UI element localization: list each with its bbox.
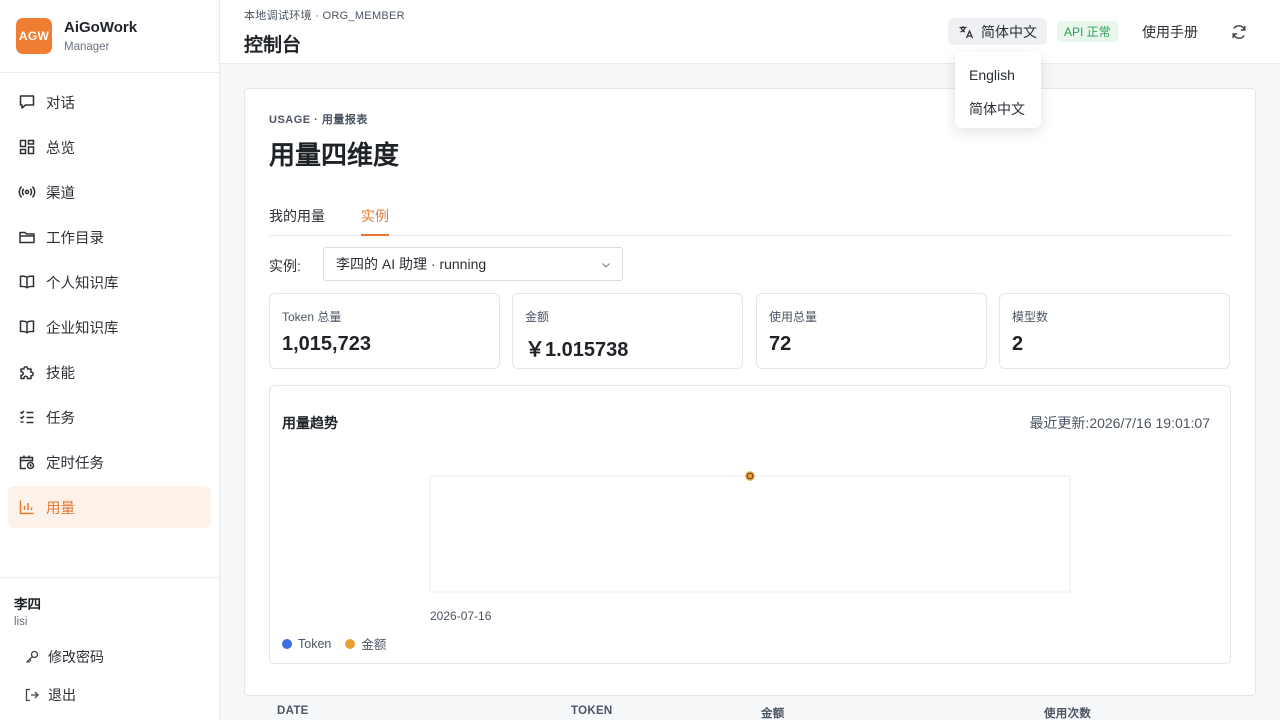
chevron-down-icon: [600, 258, 612, 274]
usage-card: USAGE · 用量报表 用量四维度 我的用量 实例 实例: 李四的 AI 助理…: [244, 88, 1256, 696]
sidebar-item-label: 技能: [46, 365, 75, 382]
sidebar-item-overview[interactable]: 总览: [8, 126, 211, 168]
stat-value: 72: [769, 333, 792, 355]
sidebar-item-skills[interactable]: 技能: [8, 351, 211, 393]
book-icon: [18, 318, 36, 336]
legend-dot: [345, 638, 356, 649]
stat-card-usage: 使用总量 72: [756, 293, 987, 369]
tab-my-usage[interactable]: 我的用量: [269, 206, 325, 234]
stat-value: 1,015,723: [282, 333, 371, 355]
logout-link[interactable]: 退出: [14, 676, 205, 714]
dashboard-icon: [18, 138, 36, 156]
tab-instance[interactable]: 实例: [361, 206, 389, 236]
sidebar-item-chat[interactable]: 对话: [8, 81, 211, 123]
sidebar-item-usage[interactable]: 用量: [8, 486, 211, 528]
puzzle-icon: [18, 363, 36, 381]
sidebar-item-label: 总览: [46, 140, 75, 157]
brand-name: AiGoWork: [64, 19, 138, 36]
topbar: 本地调试环境 · ORG_MEMBER 控制台 简体中文 API 正常 使用手册: [220, 0, 1280, 64]
change-password-link[interactable]: 修改密码: [14, 638, 205, 676]
logout-icon: [24, 687, 40, 703]
legend-item-token[interactable]: Token: [282, 637, 331, 651]
translate-icon: [958, 24, 974, 40]
th-date: DATE: [277, 705, 309, 717]
stat-label: 模型数: [1012, 310, 1049, 324]
brand: AGW AiGoWork Manager: [0, 0, 219, 73]
usage-tabs: 我的用量 实例: [269, 201, 1231, 236]
sidebar-item-label: 任务: [46, 410, 75, 427]
page-title: 控制台: [244, 35, 302, 56]
bar-chart-icon: [18, 498, 36, 516]
stat-value: ￥1.015738: [525, 339, 629, 361]
th-count: 使用次数: [1044, 708, 1092, 720]
change-password-label: 修改密码: [48, 649, 104, 665]
environment-label: 本地调试环境 · ORG_MEMBER: [244, 10, 405, 22]
chat-icon: [18, 93, 36, 111]
logout-label: 退出: [48, 687, 76, 703]
stat-label: 使用总量: [769, 310, 818, 324]
user-name: 李四: [14, 597, 41, 612]
sidebar-item-label: 渠道: [46, 185, 75, 202]
sidebar-nav: 对话 总览 渠道 工作目录 个人知识库 企业知识库 技能 任务 定时任务 用量: [0, 73, 219, 528]
sidebar-item-label: 对话: [46, 95, 75, 112]
stat-label: Token 总量: [282, 310, 342, 324]
sidebar-item-label: 工作目录: [46, 230, 104, 247]
usage-trend-chart: 用量趋势 最近更新:2026/7/16 19:01:07 2026-07-16 …: [269, 385, 1231, 664]
legend-label: 金额: [361, 638, 387, 652]
refresh-button[interactable]: [1229, 22, 1249, 42]
trend-plot: 2026-07-16: [429, 471, 1071, 623]
sidebar-item-label: 企业知识库: [46, 320, 119, 337]
brand-subtitle: Manager: [64, 41, 110, 53]
refresh-icon: [1230, 23, 1248, 41]
folder-icon: [18, 228, 36, 246]
language-label: 简体中文: [981, 23, 1037, 40]
stat-label: 金额: [525, 310, 550, 324]
app-logo: AGW: [16, 18, 52, 54]
calendar-clock-icon: [18, 453, 36, 471]
chart-legend: Token 金额: [282, 634, 400, 653]
user-id: lisi: [14, 616, 28, 628]
broadcast-icon: [18, 183, 36, 201]
sidebar-item-channels[interactable]: 渠道: [8, 171, 211, 213]
instance-select-value: 李四的 AI 助理 · running: [336, 256, 487, 272]
data-point-1-0[interactable]: [747, 473, 753, 479]
stat-card-amount: 金额 ￥1.015738: [512, 293, 743, 369]
stat-value: 2: [1012, 333, 1024, 355]
card-title: 用量四维度: [269, 140, 400, 170]
instance-label: 实例:: [269, 258, 301, 274]
sidebar-item-label: 定时任务: [46, 455, 104, 472]
checklist-icon: [18, 408, 36, 426]
x-tick-label: 2026-07-16: [430, 609, 492, 623]
legend-dot: [282, 638, 292, 649]
sidebar-item-scheduled-tasks[interactable]: 定时任务: [8, 441, 211, 483]
legend-label: Token: [298, 636, 332, 651]
sidebar-item-tasks[interactable]: 任务: [8, 396, 211, 438]
stats-row: Token 总量 1,015,723 金额 ￥1.015738 使用总量 72 …: [269, 293, 1231, 369]
sidebar-item-enterprise-kb[interactable]: 企业知识库: [8, 306, 211, 348]
language-dropdown: English 简体中文: [955, 52, 1041, 128]
language-button[interactable]: 简体中文: [948, 18, 1047, 45]
sidebar-item-label: 用量: [46, 500, 75, 517]
language-option-zh[interactable]: 简体中文: [955, 92, 1041, 126]
stat-card-token: Token 总量 1,015,723: [269, 293, 500, 369]
key-icon: [24, 649, 40, 665]
th-token: TOKEN: [571, 705, 613, 717]
legend-item-amount[interactable]: 金额: [345, 634, 386, 653]
instance-select[interactable]: 李四的 AI 助理 · running: [323, 247, 623, 281]
user-panel: 李四 lisi 修改密码 退出: [0, 577, 219, 720]
th-amount: 金额: [761, 708, 785, 720]
usage-table-header: DATE TOKEN 金额 使用次数: [269, 696, 1231, 720]
card-kicker: USAGE · 用量报表: [269, 114, 368, 126]
sidebar-item-workdir[interactable]: 工作目录: [8, 216, 211, 258]
book-icon: [18, 273, 36, 291]
manual-link[interactable]: 使用手册: [1142, 22, 1198, 42]
sidebar-item-label: 个人知识库: [46, 275, 119, 292]
plot-area: [429, 475, 1071, 593]
api-status-badge: API 正常: [1057, 21, 1118, 42]
sidebar-item-personal-kb[interactable]: 个人知识库: [8, 261, 211, 303]
sidebar: AGW AiGoWork Manager 对话 总览 渠道 工作目录 个人知识库: [0, 0, 220, 720]
language-option-english[interactable]: English: [955, 58, 1041, 92]
stat-card-models: 模型数 2: [999, 293, 1230, 369]
